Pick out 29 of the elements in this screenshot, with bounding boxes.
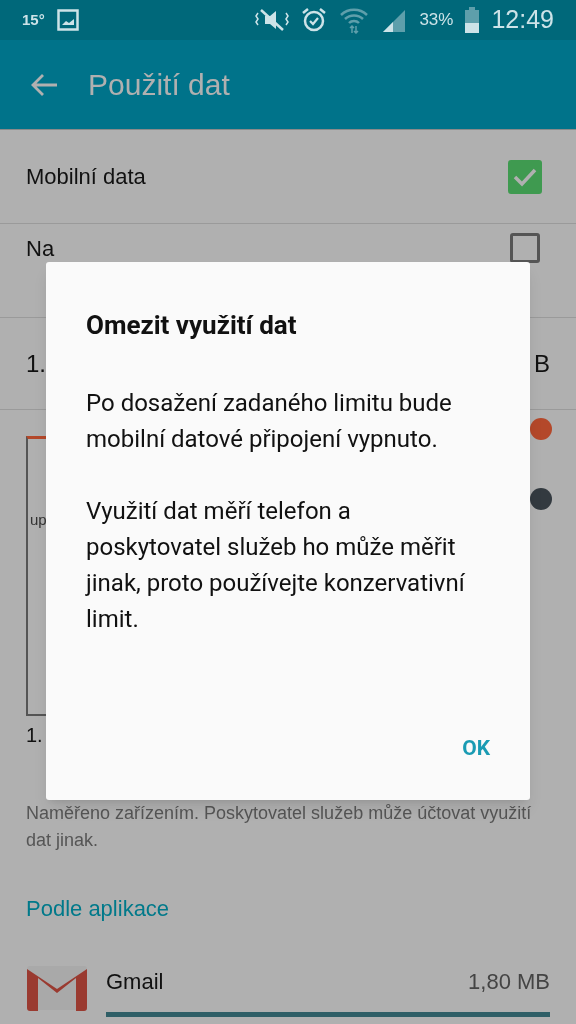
setting-label: Na: [26, 235, 55, 263]
temperature: 15°: [22, 9, 45, 30]
start-date-label: 1.: [26, 723, 44, 748]
warning-handle[interactable]: [530, 488, 552, 510]
checkbox[interactable]: [508, 159, 542, 194]
cycle-label: 1.: [26, 348, 46, 379]
app-name: Gmail: [106, 968, 164, 996]
checkmark-icon: [513, 166, 537, 187]
limit-handle[interactable]: [530, 418, 552, 440]
mail-envelope-icon: [26, 965, 88, 1011]
dialog-message: Po dosažení zadaného limitu bude mobilní datové připojení vypnuto.: [86, 388, 453, 455]
wifi-icon: [339, 6, 370, 34]
back-arrow-icon[interactable]: [30, 72, 58, 97]
section-header: Podle aplikace: [25, 895, 171, 923]
battery-percent: 33%: [419, 9, 454, 32]
mute-icon: [255, 7, 290, 33]
dialog-title: Omezit využití dat: [86, 309, 298, 342]
usage-value: B: [534, 348, 550, 379]
image-icon: [56, 9, 79, 31]
setting-label: Mobilní data: [26, 163, 146, 191]
battery-icon: [465, 7, 480, 33]
screen-title: Použití dat: [88, 67, 230, 103]
alarm-icon: [301, 7, 328, 33]
ok-button[interactable]: OK: [446, 726, 506, 770]
dialog-message: Využití dat měří telefon a poskytovatel služeb ho může měřit jinak, proto používejte konzervativní limit.: [86, 496, 466, 635]
app-usage: 1,80 MB: [468, 968, 550, 996]
clock: 12:49: [491, 4, 554, 36]
measurement-note: Naměřeno zařízením. Poskytovatel služeb může účtovat využití dat jinak.: [25, 802, 533, 852]
limit-label: up: [30, 510, 47, 530]
